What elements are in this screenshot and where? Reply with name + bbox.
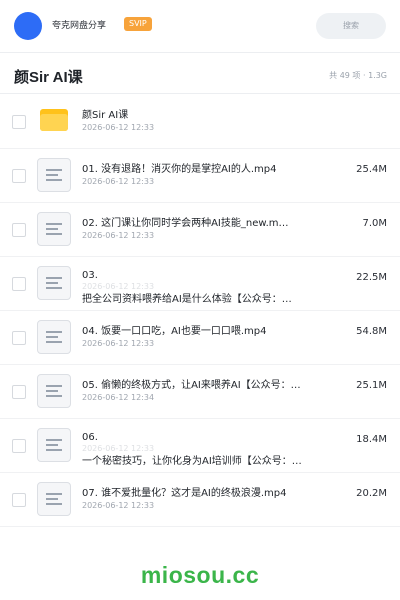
item-name[interactable]: 01. 没有退路！消灭你的是掌控AI的人.mp4 xyxy=(82,160,316,175)
row-checkbox[interactable] xyxy=(12,439,26,453)
item-size: 20.2M xyxy=(356,488,387,499)
list-item[interactable]: 04. 饭要一口口吃，AI也要一口口喂.mp4 2026-06-12 12:33… xyxy=(0,310,400,365)
header-divider xyxy=(0,52,400,53)
item-name[interactable]: 04. 饭要一口口吃，AI也要一口口喂.mp4 xyxy=(82,322,316,337)
document-icon xyxy=(37,266,71,300)
item-name[interactable]: 06. xyxy=(82,432,316,443)
app-name: 夸克网盘分享 xyxy=(52,21,107,31)
item-date: 2026-06-12 12:34 xyxy=(82,393,155,402)
item-name[interactable]: 05. 偷懒的终极方式，让AI来喂养AI【公众号：… xyxy=(82,376,316,391)
row-checkbox[interactable] xyxy=(12,493,26,507)
item-size: 54.8M xyxy=(356,326,387,337)
document-icon xyxy=(37,374,71,408)
item-name-continued[interactable]: 把全公司资料喂养给AI是什么体验【公众号：… xyxy=(82,290,316,305)
list-item[interactable]: 06. 2026-06-12 12:33 一个秘密技巧，让你化身为AI培训师【公… xyxy=(0,418,400,473)
item-size: 18.4M xyxy=(356,434,387,445)
list-item[interactable]: 02. 这门课让你同时学会两种AI技能_new.m… 2026-06-12 12… xyxy=(0,202,400,257)
row-checkbox[interactable] xyxy=(12,277,26,291)
document-icon xyxy=(37,320,71,354)
item-size: 25.1M xyxy=(356,380,387,391)
item-name[interactable]: 颜Sir AI课 xyxy=(82,106,316,121)
row-checkbox[interactable] xyxy=(12,169,26,183)
item-size: 25.4M xyxy=(356,164,387,175)
search-input[interactable]: 搜索 xyxy=(316,13,386,39)
watermark: miosou.cc xyxy=(140,562,260,588)
item-size: 22.5M xyxy=(356,272,387,283)
svip-badge: SVIP xyxy=(124,17,152,31)
item-name[interactable]: 02. 这门课让你同时学会两种AI技能_new.m… xyxy=(82,214,316,229)
list-item[interactable]: 05. 偷懒的终极方式，让AI来喂养AI【公众号：… 2026-06-12 12… xyxy=(0,364,400,419)
document-icon xyxy=(37,212,71,246)
row-checkbox[interactable] xyxy=(12,385,26,399)
row-checkbox[interactable] xyxy=(12,223,26,237)
item-date: 2026-06-12 12:33 xyxy=(82,231,155,240)
item-date: 2026-06-12 12:33 xyxy=(82,177,155,186)
list-item[interactable]: 01. 没有退路！消灭你的是掌控AI的人.mp4 2026-06-12 12:3… xyxy=(0,148,400,203)
item-name[interactable]: 07. 谁不爱批量化？这才是AI的终极浪漫.mp4 xyxy=(82,484,316,499)
list-item[interactable]: 03. 2026-06-12 12:33 把全公司资料喂养给AI是什么体验【公众… xyxy=(0,256,400,311)
list-item[interactable]: 颜Sir AI课 2026-06-12 12:33 xyxy=(0,94,400,149)
folder-stats: 共 49 项 · 1.3G xyxy=(329,71,387,80)
row-checkbox[interactable] xyxy=(12,115,26,129)
row-checkbox[interactable] xyxy=(12,331,26,345)
item-name-continued[interactable]: 一个秘密技巧，让你化身为AI培训师【公众号：… xyxy=(82,452,316,467)
item-name[interactable]: 03. xyxy=(82,270,316,281)
page-title: 颜Sir AI课 xyxy=(14,69,83,86)
item-size: 7.0M xyxy=(362,218,387,229)
item-date: 2026-06-12 12:33 xyxy=(82,339,155,348)
header: 夸克网盘分享 SVIP 搜索 xyxy=(0,0,400,52)
folder-icon xyxy=(40,109,68,131)
share-page: 夸克网盘分享 SVIP 搜索 颜Sir AI课 共 49 项 · 1.3G 颜S… xyxy=(0,0,400,600)
item-date: 2026-06-12 12:33 xyxy=(82,501,155,510)
document-icon xyxy=(37,482,71,516)
list-item[interactable]: 07. 谁不爱批量化？这才是AI的终极浪漫.mp4 2026-06-12 12:… xyxy=(0,472,400,527)
document-icon xyxy=(37,158,71,192)
avatar[interactable] xyxy=(14,12,42,40)
document-icon xyxy=(37,428,71,462)
item-date: 2026-06-12 12:33 xyxy=(82,123,155,132)
